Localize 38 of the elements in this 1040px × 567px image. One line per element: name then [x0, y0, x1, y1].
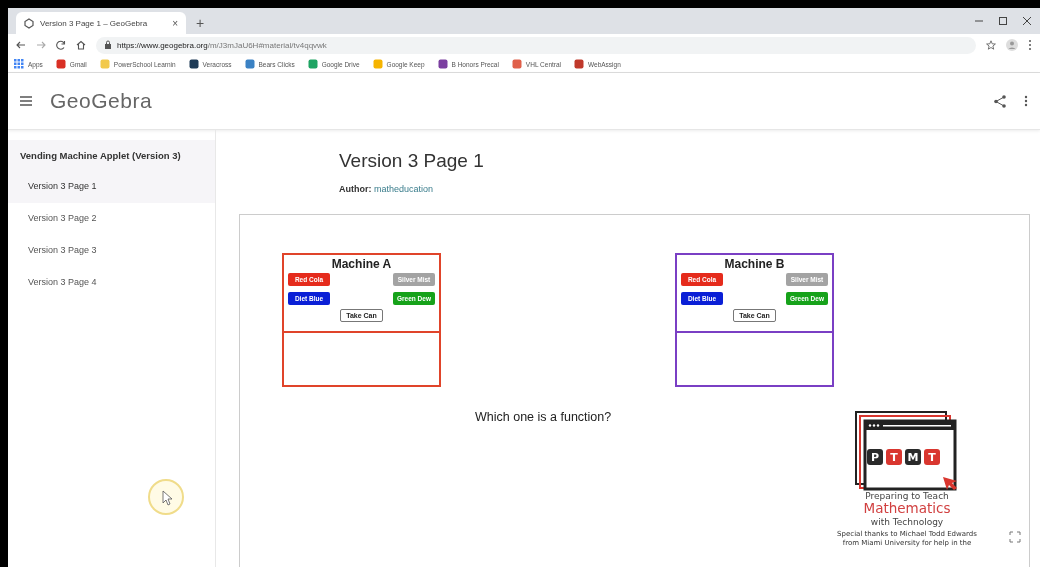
browser-tab[interactable]: Version 3 Page 1 – GeoGebra ×	[16, 12, 186, 34]
close-icon[interactable]	[1022, 16, 1032, 26]
sidebar-item[interactable]: Version 3 Page 2	[8, 203, 215, 235]
lock-icon	[104, 40, 112, 50]
logo-tile: T	[886, 449, 902, 465]
sidebar-item[interactable]: Version 3 Page 3	[8, 235, 215, 267]
sidebar-item[interactable]: Version 3 Page 1	[8, 171, 215, 203]
sidebar-item[interactable]: Version 3 Page 4	[8, 267, 215, 299]
author-line: Author: matheducation	[339, 184, 435, 194]
logo-tile: M	[905, 449, 921, 465]
avatar-icon[interactable]	[1006, 39, 1018, 51]
more-icon[interactable]	[1024, 95, 1028, 107]
reload-icon[interactable]	[56, 40, 66, 50]
logo-tile: T	[924, 449, 940, 465]
back-icon[interactable]	[16, 40, 26, 50]
fullscreen-icon[interactable]	[1009, 531, 1021, 543]
menu-icon[interactable]	[20, 96, 32, 106]
address-bar[interactable]: https://www.geogebra.org/m/J3mJaU6H#material/tv4qqvwk	[96, 36, 976, 54]
app-logo[interactable]: GeoGebra	[50, 89, 153, 113]
logo-text: Preparing to Teach	[865, 491, 949, 502]
logo-text: Mathematics	[863, 501, 951, 517]
question-text: Which one is a function?	[475, 410, 612, 424]
new-tab-button[interactable]: +	[196, 16, 205, 30]
logo-text: with Technology	[870, 516, 944, 528]
home-icon[interactable]	[76, 40, 86, 50]
page-title: Version 3 Page 1	[339, 150, 485, 172]
star-icon[interactable]	[986, 40, 996, 50]
menu-icon[interactable]	[1028, 39, 1032, 51]
machine-title: Machine A	[331, 257, 392, 271]
author-link[interactable]: matheducation	[374, 184, 434, 194]
logo-tile: P	[867, 449, 883, 465]
machine-title: Machine B	[724, 257, 785, 271]
url-text: https://www.geogebra.org/m/J3mJaU6H#material/tv4qqvwk	[117, 40, 327, 50]
tab-close[interactable]: ×	[172, 17, 178, 29]
maximize-icon[interactable]	[998, 16, 1008, 26]
tab-title: Version 3 Page 1 – GeoGebra	[40, 18, 149, 28]
sidebar-heading[interactable]: Vending Machine Applet (Version 3)	[8, 140, 215, 171]
share-icon[interactable]	[994, 94, 1006, 108]
